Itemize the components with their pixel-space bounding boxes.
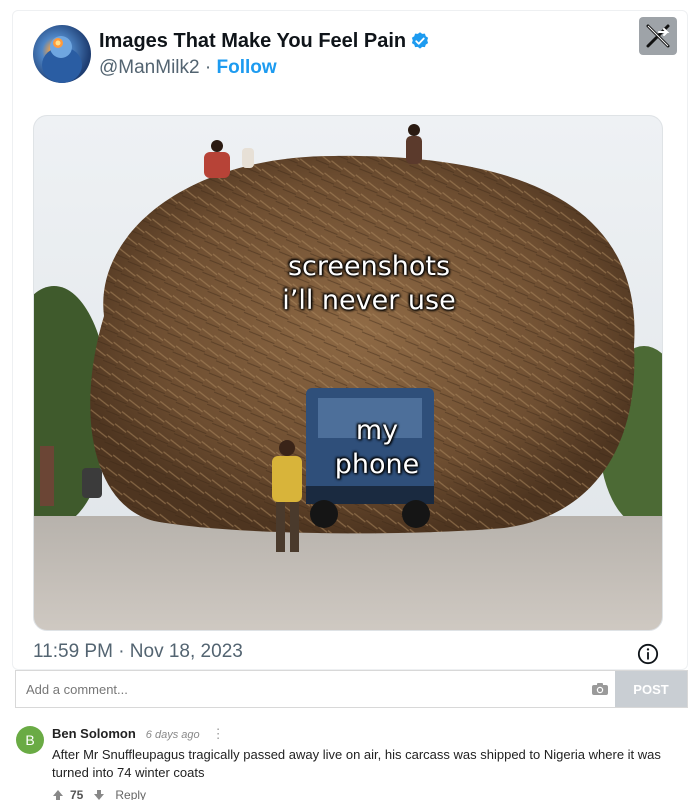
tweet-image[interactable]: screenshots i’ll never use my phone [33,115,663,631]
meme-caption-bottom: my phone [312,414,442,482]
more-options-icon[interactable]: ⋮ [212,726,225,742]
comment-author[interactable]: Ben Solomon [52,726,136,741]
comment-input[interactable] [16,671,585,707]
meme-caption-bottom-line1: my [355,415,399,446]
meme-caption-top-line2: i’ll never use [282,285,456,316]
verified-badge-icon [412,32,429,49]
separator: · [199,56,217,78]
tweet-card: Images That Make You Feel Pain @ManMilk2… [12,10,688,670]
post-button[interactable]: POST [615,671,687,707]
meme-caption-top-line1: screenshots [287,251,451,282]
follow-button[interactable]: Follow [216,57,276,78]
commenter-avatar[interactable]: B [16,726,44,754]
comment-time: 6 days ago [145,729,200,741]
downvote-icon[interactable] [93,789,105,800]
handle[interactable]: @ManMilk2 [99,57,200,78]
comment-text: After Mr Snuffleupagus tragically passed… [52,747,661,780]
display-name[interactable]: Images That Make You Feel Pain [99,30,406,53]
reply-button[interactable]: Reply [115,788,146,800]
meme-caption-top: screenshots i’ll never use [244,250,494,318]
upvote-icon[interactable] [52,789,64,800]
meme-caption-bottom-line2: phone [334,449,420,480]
tweet-timestamp[interactable]: 11:59 PM · Nov 18, 2023 [33,641,243,663]
camera-icon[interactable] [585,671,615,707]
comment-form: POST [15,670,688,708]
avatar[interactable] [33,25,91,83]
upvote-count: 75 [70,788,84,800]
info-icon[interactable] [637,643,659,665]
tweet-header: Images That Make You Feel Pain @ManMilk2… [33,25,430,83]
x-logo-icon[interactable] [639,17,677,55]
